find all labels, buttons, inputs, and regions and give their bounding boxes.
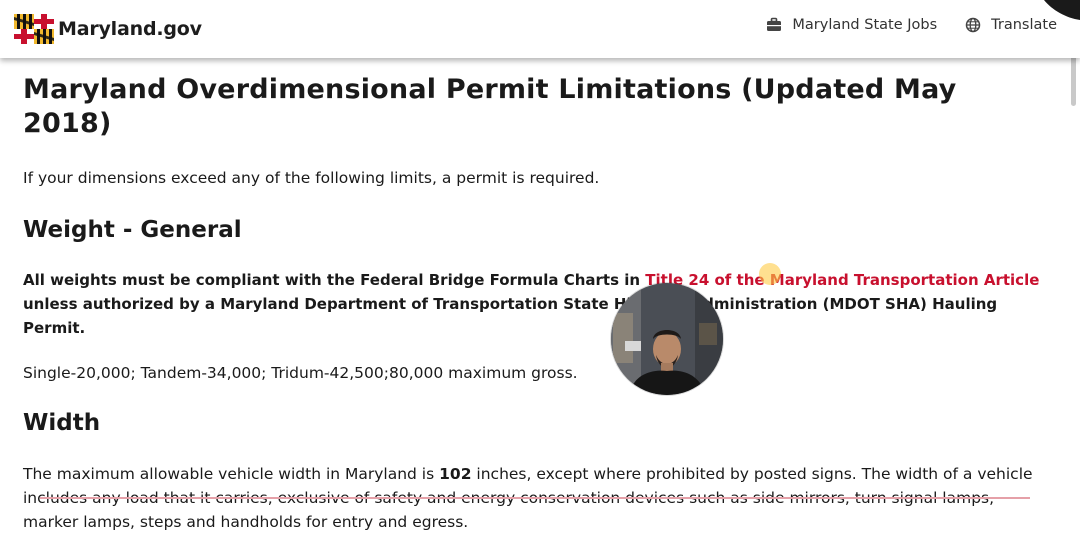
- briefcase-icon: [767, 17, 782, 31]
- site-header: Maryland.gov Maryland State Jobs Transla…: [0, 0, 1080, 58]
- brand-name: Maryland.gov: [58, 18, 202, 40]
- intro-text: If your dimensions exceed any of the fol…: [23, 169, 600, 187]
- width-text-before: The maximum allowable vehicle width in M…: [23, 465, 440, 483]
- main-content: Maryland Overdimensional Permit Limitati…: [23, 58, 1053, 534]
- weight-limits-text: Single-20,000; Tandem-34,000; Tridum-42,…: [23, 364, 578, 382]
- vertical-scrollbar[interactable]: [1070, 34, 1078, 501]
- weight-rule-after: unless authorized by a Maryland Departme…: [23, 295, 998, 337]
- globe-icon: [965, 17, 981, 33]
- cursor-highlight: [759, 263, 781, 285]
- webcam-overlay[interactable]: [611, 283, 723, 395]
- maryland-flag-icon: [14, 14, 54, 44]
- width-heading: Width: [23, 410, 101, 436]
- nav-item-state-jobs[interactable]: Maryland State Jobs: [766, 17, 937, 33]
- weight-rule-before: All weights must be compliant with the F…: [23, 271, 646, 289]
- header-nav: Maryland State Jobs Translate: [738, 17, 1057, 33]
- webcam-person-image: [611, 283, 723, 395]
- next-section-edge: [40, 497, 1030, 499]
- weight-heading: Weight - General: [23, 217, 242, 243]
- width-value: 102: [439, 465, 472, 483]
- title-24-link[interactable]: Title 24 of the Maryland Transportation …: [645, 271, 1039, 289]
- page-corner-icon: [1044, 0, 1080, 20]
- nav-label-state-jobs: Maryland State Jobs: [792, 17, 938, 33]
- site-brand[interactable]: Maryland.gov: [14, 14, 202, 44]
- weight-rule-text: All weights must be compliant with the F…: [23, 268, 1053, 340]
- page-title: Maryland Overdimensional Permit Limitati…: [23, 74, 957, 139]
